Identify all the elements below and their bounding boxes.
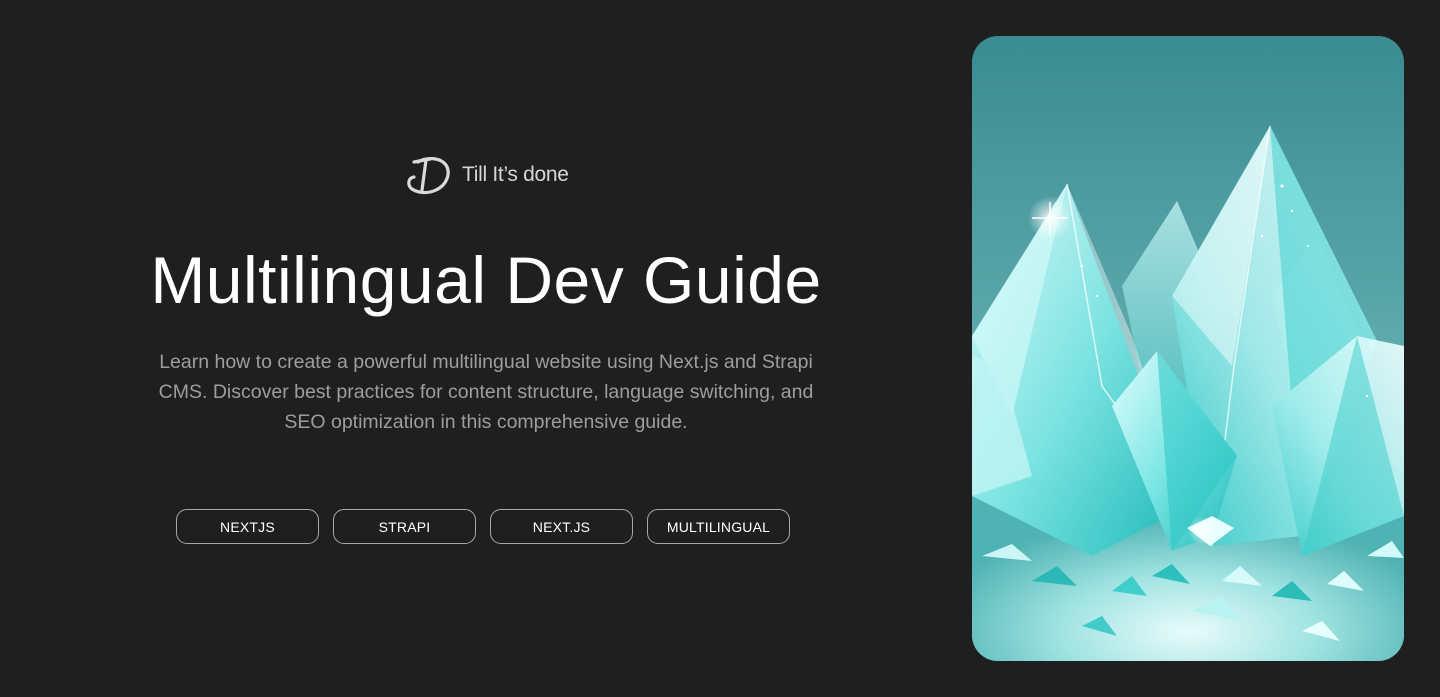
crystal-illustration [972, 36, 1404, 661]
tag-strapi[interactable]: STRAPI [333, 509, 476, 544]
hero-image [972, 36, 1404, 661]
page-description: Learn how to create a powerful multiling… [158, 351, 814, 433]
brand-name: Till It’s done [462, 163, 569, 186]
hero-content: Till It’s done Multilingual Dev Guide Le… [0, 0, 972, 697]
page: Till It’s done Multilingual Dev Guide Le… [0, 0, 1440, 697]
tag-nextjs[interactable]: NEXTJS [176, 509, 319, 544]
brand[interactable]: Till It’s done [404, 154, 569, 196]
td-monogram-icon [404, 154, 452, 196]
tag-next-js[interactable]: NEXT.JS [490, 509, 633, 544]
tag-multilingual[interactable]: MULTILINGUAL [647, 509, 790, 544]
tag-list: NEXTJS STRAPI NEXT.JS MULTILINGUAL [176, 509, 790, 544]
page-title: Multilingual Dev Guide [150, 243, 822, 317]
